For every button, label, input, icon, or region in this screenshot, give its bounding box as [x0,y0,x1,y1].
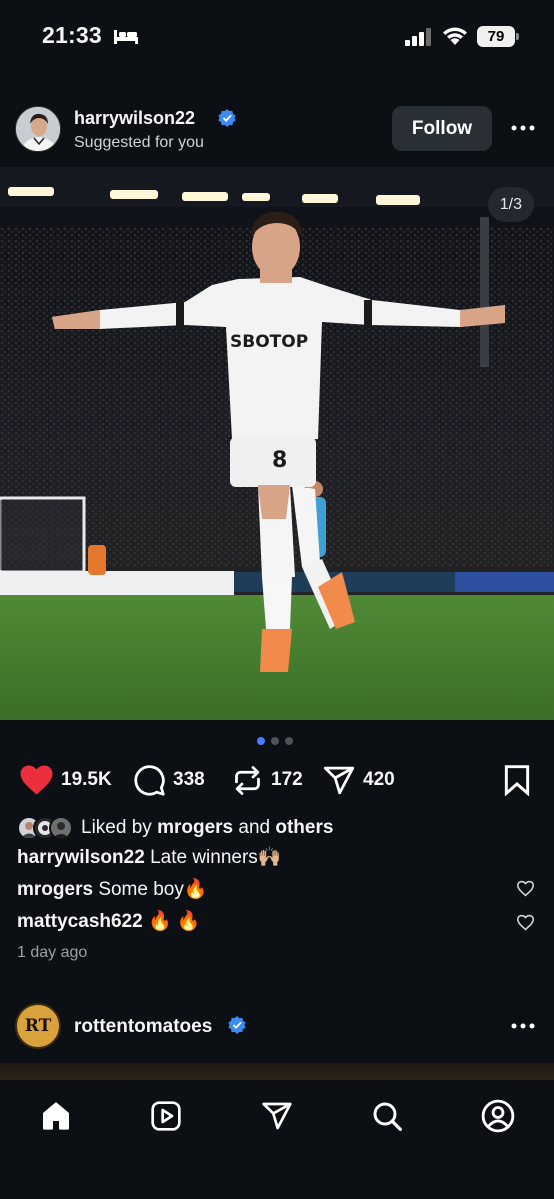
like-count: 19.5K [61,769,112,790]
send-icon [323,766,355,794]
carousel-dot [257,737,265,745]
post-username[interactable]: rottentomatoes [74,1016,212,1038]
repost-count: 172 [271,769,303,790]
page-counter: 1/3 [487,187,534,222]
comment-username[interactable]: mrogers [17,879,93,900]
carousel-dot [285,737,293,745]
bottom-tab-bar [0,1080,554,1199]
more-options-icon[interactable] [508,116,538,140]
caption-username[interactable]: harrywilson22 [17,847,145,868]
liked-others-link[interactable]: others [275,817,333,838]
sleep-focus-icon [114,30,138,44]
video-icon [151,1101,181,1131]
bookmark-icon [504,765,530,796]
comment-text: 🔥 🔥 [147,911,201,932]
status-bar: 21:33 79 [0,0,554,74]
svg-text:8: 8 [272,448,287,473]
comment-like-icon[interactable] [516,914,535,931]
liker-avatar [49,816,73,840]
heart-filled-icon [20,765,53,795]
comment-username[interactable]: mattycash622 [17,911,143,932]
post-header: harrywilson22 Suggested for you Follow [0,100,554,160]
action-bar: 19.5K 338 172 420 [0,758,554,802]
send-icon [262,1102,292,1130]
comment-button[interactable]: 338 [133,758,205,802]
more-options-icon[interactable] [508,1014,538,1038]
avatar[interactable]: RT [15,1003,61,1049]
share-count: 420 [363,769,395,790]
avatar[interactable] [15,106,61,152]
next-post-header: RT rottentomatoes [0,1000,554,1056]
comment-like-icon[interactable] [516,880,535,897]
post-timestamp: 1 day ago [17,944,88,961]
battery-indicator: 79 [477,26,519,47]
verified-badge-icon [228,1016,246,1034]
liked-by-row[interactable]: Liked by mrogers and others [17,815,333,841]
share-button[interactable]: 420 [322,758,395,802]
rt-logo-text: RT [24,1016,52,1036]
liker-username[interactable]: mrogers [157,817,233,838]
comment-icon [134,764,165,796]
post-photo[interactable]: 8 SBOTOP 1/3 [0,167,554,720]
search-icon [373,1102,402,1131]
save-button[interactable] [503,758,531,802]
like-button[interactable]: 19.5K [19,758,112,802]
svg-text:SBOTOP: SBOTOP [230,332,308,352]
tab-home[interactable] [36,1096,76,1136]
tab-profile[interactable] [478,1096,518,1136]
liked-by-text: Liked by mrogers and others [81,817,334,838]
tab-search[interactable] [367,1096,407,1136]
comment-text: Some boy🔥 [98,879,208,900]
caption-text: Late winners🙌🏼 [150,847,282,868]
wifi-icon [443,27,467,45]
comment-count: 338 [173,769,205,790]
photo-image: 8 SBOTOP [0,167,554,720]
tab-messages[interactable] [257,1096,297,1136]
comment-row: mattycash622 🔥 🔥 [17,909,201,933]
comment-row: mrogers Some boy🔥 [17,877,208,901]
tab-videos[interactable] [146,1096,186,1136]
profile-icon [481,1099,515,1133]
carousel-dot [271,737,279,745]
repost-icon [235,765,260,795]
cellular-signal-icon [405,28,431,46]
follow-button[interactable]: Follow [392,106,492,151]
suggested-label: Suggested for you [74,134,204,151]
verified-badge-icon [218,109,236,127]
status-time: 21:33 [42,22,102,48]
carousel-indicator [257,737,297,747]
next-post-image-peek [0,1063,554,1081]
repost-button[interactable]: 172 [231,758,303,802]
post-username[interactable]: harrywilson22 [74,108,195,129]
avatar-image [16,107,60,151]
home-icon [43,1102,69,1130]
post-caption: harrywilson22 Late winners🙌🏼 [17,845,281,869]
